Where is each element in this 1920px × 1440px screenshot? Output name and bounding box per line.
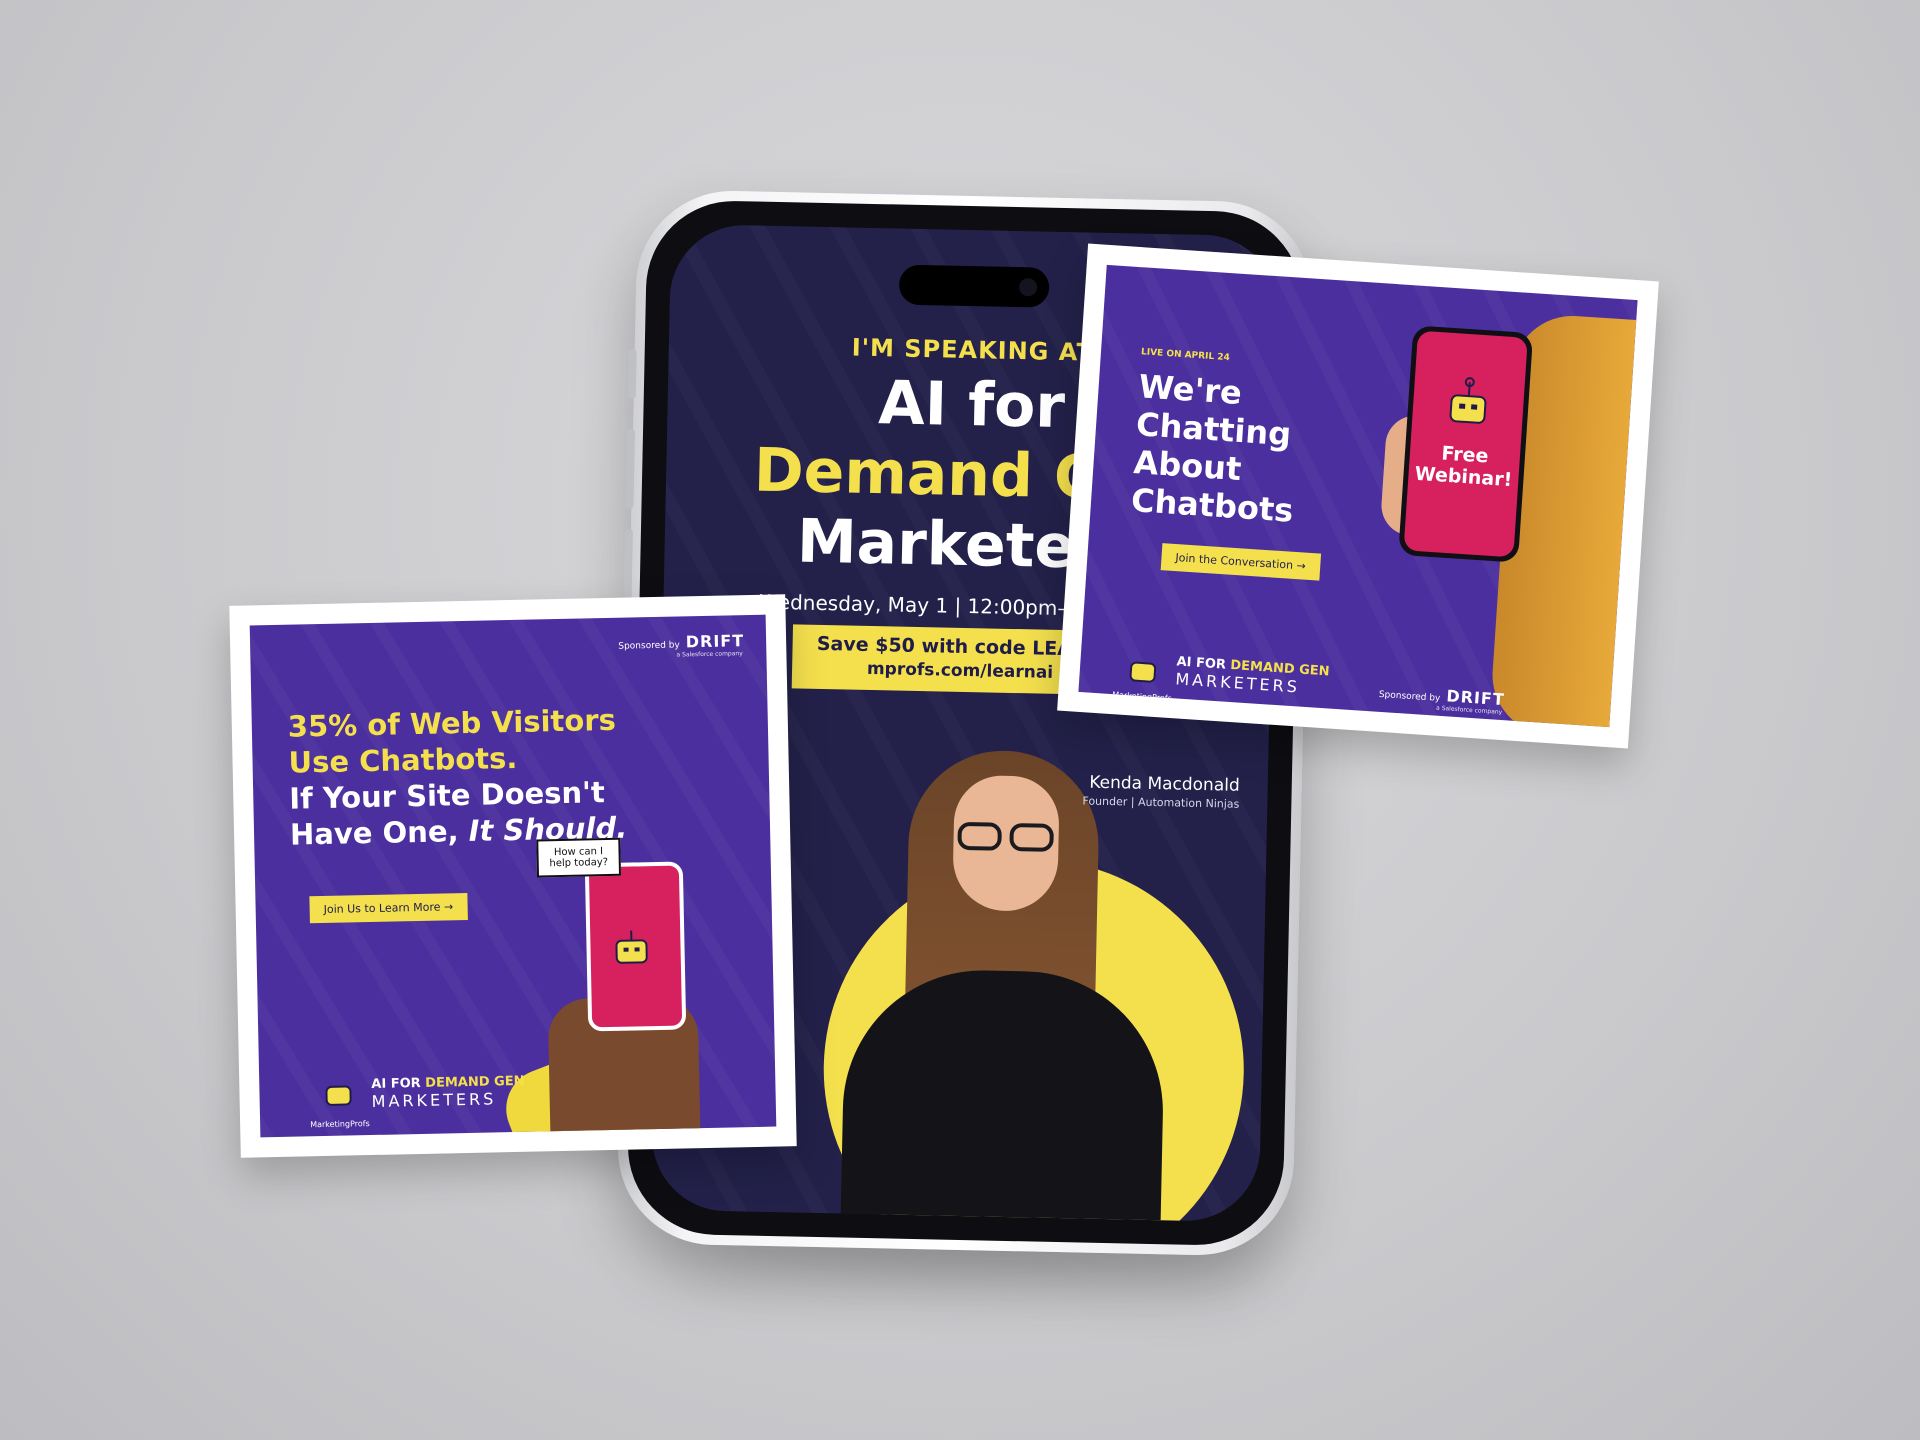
chat-phone-illustration: [584, 861, 687, 1032]
headline-line-1: 35% of Web Visitors: [287, 702, 617, 744]
dynamic-island: [898, 264, 1050, 308]
webinar-text: Free Webinar!: [1408, 440, 1521, 491]
robot-icon: [1449, 377, 1487, 424]
glasses-icon: [953, 821, 1059, 854]
event-brand: AI FOR DEMAND GEN MARKETERS: [371, 1074, 525, 1111]
robot-logo-icon: [1118, 653, 1169, 696]
webinar-phone-screen: Free Webinar!: [1403, 330, 1528, 558]
ad-card-chatbots: LIVE ON APRIL 24 We're Chatting About Ch…: [1057, 243, 1659, 749]
brand-line-1: AI FOR DEMAND GEN: [371, 1074, 524, 1092]
publisher-brand: MarketingProfs: [310, 1119, 370, 1129]
brand-line-2: MARKETERS: [371, 1089, 497, 1112]
ad-card-web-visitors: Sponsored by DRIFT a Salesforce company 3…: [229, 594, 797, 1158]
sponsor-sub: a Salesforce company: [676, 650, 743, 659]
left-headline: 35% of Web Visitors Use Chatbots. If You…: [287, 702, 627, 853]
join-learn-button[interactable]: Join Us to Learn More →: [309, 892, 468, 924]
speaker-body: [839, 967, 1166, 1223]
right-headline: We're Chatting About Chatbots: [1130, 367, 1302, 529]
mockup-scene: I'M SPEAKING AT AI for Demand Gen Market…: [0, 0, 1920, 1440]
camera-icon: [1018, 278, 1038, 297]
brand-prefix: AI FOR: [371, 1075, 426, 1093]
robot-icon: [615, 930, 648, 964]
headline-line-4a: Have One,: [289, 813, 469, 852]
robot-logo-icon: [315, 1077, 364, 1118]
sponsor-tag: Sponsored by DRIFT a Salesforce company: [618, 631, 744, 660]
ad-card-body: LIVE ON APRIL 24 We're Chatting About Ch…: [1078, 264, 1638, 728]
sponsor-label: Sponsored by: [618, 640, 680, 652]
webinar-phone-illustration: Free Webinar!: [1398, 325, 1534, 563]
phone-volume-up: [625, 428, 636, 510]
speaker-name: Kenda Macdonald: [1089, 772, 1240, 796]
drift-logo: DRIFT: [685, 631, 745, 652]
phone-side-button: [627, 348, 637, 400]
brand-highlight: DEMAND GEN: [425, 1073, 525, 1091]
chat-bubble: How can I help today?: [536, 837, 622, 878]
publisher-name: MarketingProfs: [310, 1119, 370, 1130]
sponsor-label: Sponsored by: [1378, 689, 1441, 704]
ad-card-body: Sponsored by DRIFT a Salesforce company 3…: [249, 614, 777, 1138]
